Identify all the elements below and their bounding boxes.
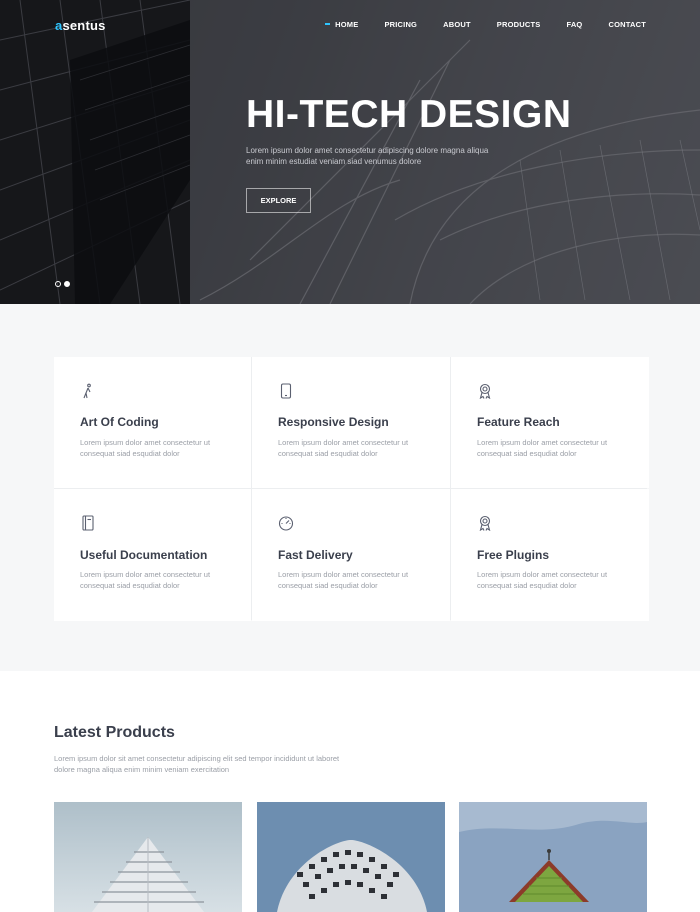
nav-pricing[interactable]: PRICING	[384, 20, 417, 29]
product-image-1[interactable]	[54, 802, 242, 912]
feature-title: Useful Documentation	[80, 548, 208, 562]
feature-card: Fast Delivery Lorem ipsum dolor amet con…	[252, 489, 450, 621]
feature-card: Free Plugins Lorem ipsum dolor amet cons…	[451, 489, 649, 621]
nav-home[interactable]: HOME	[324, 20, 358, 29]
notebook-icon	[82, 515, 94, 531]
slider-dot-2[interactable]	[64, 281, 70, 287]
nav-about[interactable]: ABOUT	[443, 20, 471, 29]
slider-dot-1[interactable]	[55, 281, 61, 287]
products-section: Latest Products Lorem ipsum dolor sit am…	[0, 671, 700, 912]
top-navbar: asentus HOME PRICING ABOUT PRODUCTS FAQ …	[0, 0, 700, 50]
feature-title: Feature Reach	[477, 415, 560, 429]
award-icon	[479, 383, 491, 399]
feature-title: Art Of Coding	[80, 415, 159, 429]
speedometer-icon	[278, 516, 294, 531]
feature-text: Lorem ipsum dolor amet consectetur ut co…	[80, 570, 211, 590]
feature-title: Free Plugins	[477, 548, 550, 562]
feature-text: Lorem ipsum dolor amet consectetur ut co…	[80, 438, 211, 458]
feature-title: Responsive Design	[278, 415, 389, 429]
award-icon	[479, 515, 491, 531]
feature-card: Feature Reach Lorem ipsum dolor amet con…	[451, 357, 649, 488]
feature-text: Lorem ipsum dolor amet consectetur ut co…	[278, 438, 409, 458]
slider-dots	[55, 281, 70, 287]
section-title: Latest Products	[54, 724, 175, 741]
nav-products[interactable]: PRODUCTS	[497, 20, 541, 29]
feature-card: Useful Documentation Lorem ipsum dolor a…	[54, 489, 251, 621]
section-description: Lorem ipsum dolor sit amet consectetur a…	[54, 754, 340, 774]
phone-icon	[280, 383, 292, 399]
hero-section: asentus HOME PRICING ABOUT PRODUCTS FAQ …	[0, 0, 700, 304]
brand-logo[interactable]: asentus	[55, 18, 106, 33]
feature-card: Art Of Coding Lorem ipsum dolor amet con…	[54, 357, 251, 488]
hero-title: HI-TECH DESIGN	[246, 93, 572, 136]
explore-button[interactable]: EXPLORE	[246, 188, 311, 213]
product-image-3[interactable]	[459, 802, 647, 912]
feature-card: Responsive Design Lorem ipsum dolor amet…	[252, 357, 450, 488]
feature-title: Fast Delivery	[278, 548, 353, 562]
feature-text: Lorem ipsum dolor amet consectetur ut co…	[477, 570, 608, 590]
nav-contact[interactable]: CONTACT	[608, 20, 646, 29]
nav-faq[interactable]: FAQ	[566, 20, 582, 29]
feature-text: Lorem ipsum dolor amet consectetur ut co…	[477, 438, 608, 458]
product-image-2[interactable]	[257, 802, 445, 912]
features-section: Art Of Coding Lorem ipsum dolor amet con…	[0, 304, 700, 671]
figure-icon	[83, 383, 91, 399]
features-grid: Art Of Coding Lorem ipsum dolor amet con…	[54, 357, 649, 621]
feature-text: Lorem ipsum dolor amet consectetur ut co…	[278, 570, 409, 590]
main-menu: HOME PRICING ABOUT PRODUCTS FAQ CONTACT	[309, 20, 646, 29]
hero-subtitle: Lorem ipsum dolor amet consectetur adipi…	[246, 146, 489, 166]
